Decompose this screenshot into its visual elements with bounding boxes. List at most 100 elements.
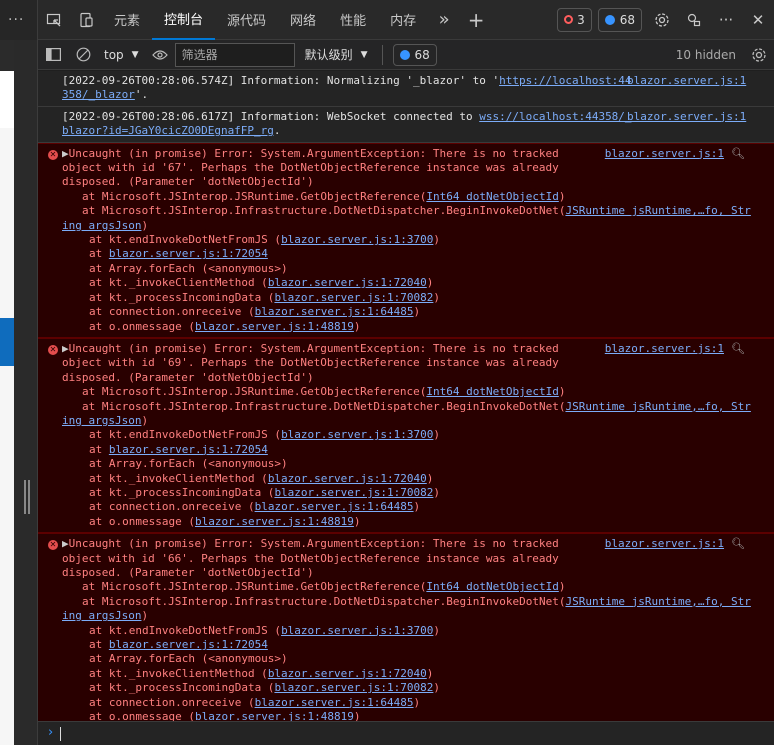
stack-link[interactable]: blazor.server.js:1:64485: [255, 500, 414, 513]
message-source-link[interactable]: blazor.server.js:1: [627, 110, 747, 124]
error-text: object with id '69'. Perhaps the DotNetO…: [62, 356, 559, 370]
stack-frame: ): [426, 276, 434, 290]
page-more-button[interactable]: ···: [0, 0, 37, 40]
stack-frame: ): [413, 305, 421, 319]
search-icon[interactable]: 🔍︎: [731, 342, 745, 356]
stack-frame: ): [558, 385, 566, 399]
error-source-link[interactable]: blazor.server.js:1: [605, 147, 724, 161]
stack-link[interactable]: ing argsJson: [62, 609, 141, 622]
log-levels-dropdown[interactable]: 默认级别 ▼: [295, 46, 378, 63]
sidebar-toggle-icon[interactable]: [38, 40, 68, 70]
console-prompt-input[interactable]: ›: [38, 721, 774, 745]
add-tab-icon[interactable]: +: [460, 0, 492, 40]
stack-frame: at: [89, 638, 109, 652]
stack-link[interactable]: blazor.server.js:1:64485: [255, 696, 414, 709]
stack-link[interactable]: blazor.server.js:1:72054: [109, 443, 268, 456]
stack-frame: ): [141, 413, 149, 427]
page-gutter: [14, 40, 37, 745]
stack-link[interactable]: blazor.server.js:1:3700: [281, 624, 433, 637]
error-source-link[interactable]: blazor.server.js:1: [605, 342, 724, 356]
stack-link[interactable]: Int64 dotNetObjectId: [426, 580, 558, 593]
stack-link[interactable]: JSRuntime jsRuntime,…fo, Str: [565, 204, 750, 217]
stack-link[interactable]: JSRuntime jsRuntime,…fo, Str: [565, 400, 750, 413]
stack-frame: at o.onmessage (: [89, 319, 195, 333]
stack-link[interactable]: blazor.server.js:1:48819: [195, 515, 354, 528]
panel-splitter-handle[interactable]: [24, 480, 30, 514]
stack-link[interactable]: blazor.server.js:1:72040: [268, 276, 427, 289]
more-options-icon[interactable]: ···: [710, 0, 742, 40]
stack-link[interactable]: blazor.server.js:1:48819: [195, 320, 354, 333]
stack-frame: at Microsoft.JSInterop.JSRuntime.GetObje…: [82, 385, 427, 399]
error-text: disposed. (Parameter 'dotNetObjectId'): [62, 175, 314, 189]
clear-console-icon[interactable]: [68, 40, 98, 70]
message-text: [2022-09-26T00:28:06.574Z] Information: …: [62, 74, 500, 87]
stack-link[interactable]: Int64 dotNetObjectId: [426, 385, 558, 398]
live-expression-eye-icon[interactable]: [145, 40, 175, 70]
toolbar-issues-badge[interactable]: 68: [392, 43, 437, 66]
stack-frame: ): [433, 290, 441, 304]
stack-frame: at: [89, 442, 109, 456]
tab-console[interactable]: 控制台: [152, 0, 216, 40]
stack-frame: at: [89, 247, 109, 261]
message-text: '.: [134, 88, 149, 102]
stack-link[interactable]: blazor.server.js:1:72054: [109, 638, 268, 651]
stack-frame: ): [433, 428, 441, 442]
expand-triangle-icon[interactable]: ▶: [62, 147, 69, 160]
console-message-info: [2022-09-26T00:28:06.617Z] Information: …: [38, 106, 774, 143]
expand-triangle-icon[interactable]: ▶: [62, 342, 69, 355]
console-settings-gear-icon[interactable]: [744, 40, 774, 70]
settings-gear-icon[interactable]: [646, 0, 678, 40]
tab-memory[interactable]: 内存: [378, 0, 428, 40]
search-icon[interactable]: 🔍︎: [731, 537, 745, 551]
stack-link[interactable]: blazor.server.js:1:70082: [274, 681, 433, 694]
stack-link[interactable]: blazor.server.js:1:64485: [255, 305, 414, 318]
search-icon[interactable]: 🔍︎: [731, 147, 745, 161]
errors-badge[interactable]: 3: [557, 7, 592, 32]
stack-link[interactable]: blazor.server.js:1:72040: [268, 667, 427, 680]
close-icon[interactable]: ✕: [742, 0, 774, 40]
stack-frame: at kt._invokeClientMethod (: [89, 666, 268, 680]
stack-frame: ): [433, 485, 441, 499]
context-select[interactable]: top ▼: [98, 44, 145, 66]
tab-sources[interactable]: 源代码: [215, 0, 278, 40]
stack-link[interactable]: blazor.server.js:1:70082: [274, 291, 433, 304]
log-levels-label: 默认级别: [304, 48, 353, 62]
error-text: Uncaught (in promise) Error: System.Argu…: [68, 537, 559, 551]
stack-frame: ): [433, 233, 441, 247]
stack-link[interactable]: JSRuntime jsRuntime,…fo, Str: [565, 595, 750, 608]
stack-link[interactable]: blazor.server.js:1:70082: [274, 486, 433, 499]
tab-elements[interactable]: 元素: [102, 0, 152, 40]
errors-count: 3: [577, 12, 585, 27]
message-text: [2022-09-26T00:28:06.617Z] Information: …: [62, 109, 480, 123]
devtools-panel: 元素 控制台 源代码 网络 性能 内存 » + 3 68 ··· ✕ top ▼…: [37, 0, 774, 745]
error-source-link[interactable]: blazor.server.js:1: [605, 537, 724, 551]
filter-input[interactable]: [174, 42, 295, 67]
stack-frame: at o.onmessage (: [89, 514, 195, 528]
message-text: .: [273, 124, 281, 138]
tab-performance[interactable]: 性能: [328, 0, 378, 40]
prompt-chevron-icon: ›: [48, 725, 54, 740]
customize-icon[interactable]: [678, 0, 710, 40]
expand-triangle-icon[interactable]: ▶: [62, 537, 69, 550]
inspect-element-icon[interactable]: [38, 0, 70, 40]
console-output: [2022-09-26T00:28:06.574Z] Information: …: [38, 71, 774, 745]
stack-link[interactable]: blazor.server.js:1:72040: [268, 472, 427, 485]
stack-link[interactable]: blazor.server.js:1:72054: [109, 247, 268, 260]
more-tabs-icon[interactable]: »: [428, 0, 460, 40]
stack-link[interactable]: ing argsJson: [62, 219, 141, 232]
stack-link[interactable]: blazor.server.js:1:3700: [281, 428, 433, 441]
stack-link[interactable]: blazor.server.js:1:3700: [281, 233, 433, 246]
stack-link[interactable]: ing argsJson: [62, 414, 141, 427]
stack-frame: at Microsoft.JSInterop.JSRuntime.GetObje…: [82, 189, 427, 203]
console-message-error: ✕ ▶Uncaught (in promise) Error: System.A…: [38, 142, 774, 338]
device-emulation-icon[interactable]: [70, 0, 102, 40]
stack-link[interactable]: Int64 dotNetObjectId: [426, 190, 558, 203]
error-text: disposed. (Parameter 'dotNetObjectId'): [62, 370, 314, 384]
page-selected-item[interactable]: [0, 318, 14, 366]
stack-frame: at kt.endInvokeDotNetFromJS (: [89, 623, 282, 637]
tab-network[interactable]: 网络: [278, 0, 328, 40]
message-source-link[interactable]: blazor.server.js:1: [627, 74, 747, 88]
page-content: [0, 128, 14, 318]
issues-badge[interactable]: 68: [597, 7, 642, 32]
stack-frame: at connection.onreceive (: [89, 695, 255, 709]
